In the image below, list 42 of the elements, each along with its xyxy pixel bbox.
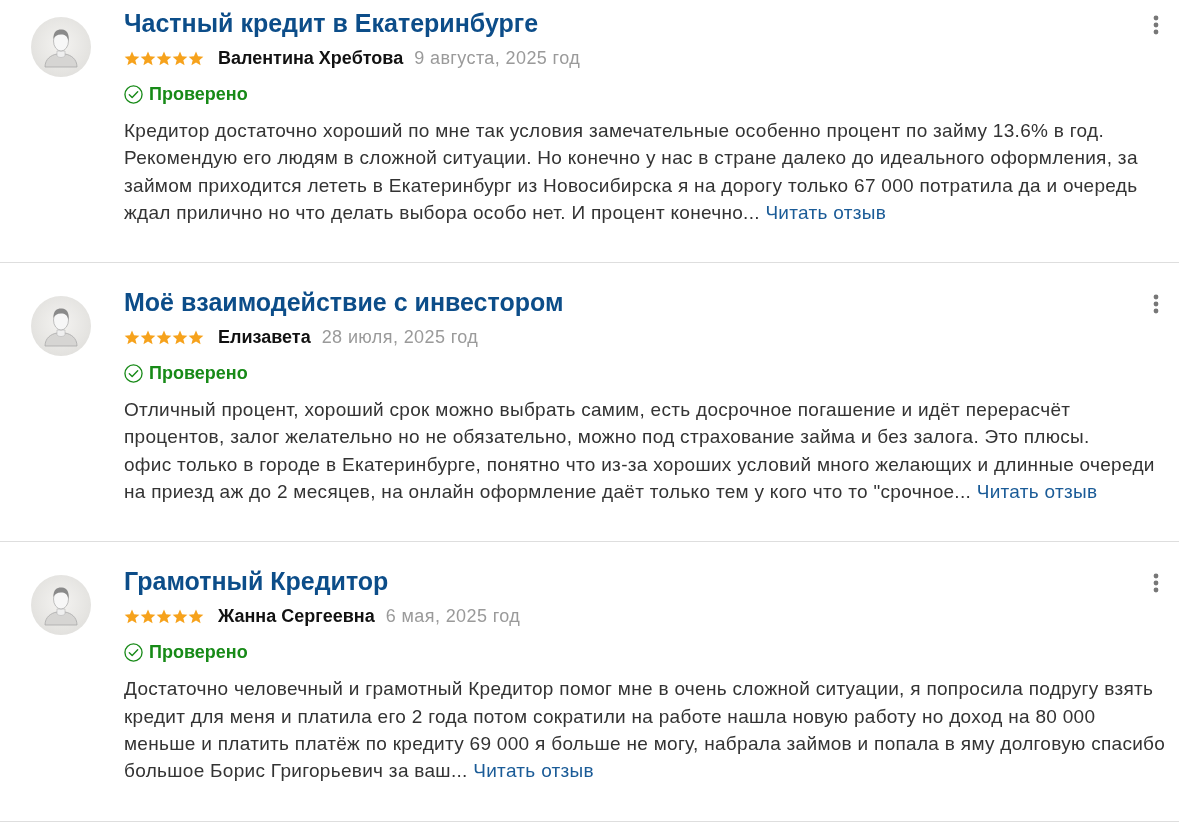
- author-name: Валентина Хребтова: [218, 47, 404, 69]
- verified-label: Проверено: [149, 83, 248, 105]
- vertical-dots-icon: [1152, 14, 1159, 35]
- read-review-link[interactable]: Читать отзыв: [473, 760, 594, 782]
- star-icon: [140, 329, 156, 345]
- star-icon: [188, 608, 204, 624]
- verified-label: Проверено: [149, 641, 248, 663]
- star-icon: [124, 608, 140, 624]
- more-options-button[interactable]: [1152, 293, 1159, 315]
- verified-label: Проверено: [149, 362, 248, 384]
- review-text: Кредитор достаточно хороший по мне так условия замечательные особенно процент по займу 13.6% в год. Рекомендую его людям в сложной ситуации. Но конечно у нас в стране далеко до идеального оформления, за займом приходится лететь в Екатеринбург из Новосибирска я на дорогу только 67 000 потратила да и очередь ждал прилично но что делать выбора особо нет. И процент конечно... Читать отзыв: [124, 119, 1139, 225]
- star-icon: [124, 50, 140, 66]
- star-icon: [156, 329, 172, 345]
- avatar-icon: [31, 17, 91, 77]
- vertical-dots-icon: [1152, 293, 1159, 314]
- star-icon: [124, 329, 140, 345]
- star-icon: [140, 50, 156, 66]
- avatar-icon: [31, 575, 91, 636]
- review-title-link[interactable]: Грамотный Кредитор: [124, 566, 389, 597]
- vertical-dots-icon: [1152, 572, 1159, 593]
- review-title-link[interactable]: Моё взаимодействие с инвестором: [124, 287, 564, 318]
- read-review-link[interactable]: Читать отзыв: [976, 481, 1098, 503]
- review-text: Достаточно человечный и грамотный Кредитор помог мне в очень сложной ситуации, я попросила подругу взять кредит для меня и платила его 2 года потом сократили на работе нашла новую работу но доход на 80 000 меньше и платить платёж по кредиту 69 000 я больше не могу, набрала займов и попала в яму долговую спасибо большое Борис Григорьевич за ваш... Читать отзыв: [124, 677, 1167, 784]
- author-name: Елизавета: [218, 326, 311, 348]
- star-icon: [172, 608, 188, 624]
- read-review-link[interactable]: Читать отзыв: [765, 201, 887, 223]
- star-icon: [172, 329, 188, 345]
- review-text: Отличный процент, хороший срок можно выбрать самим, есть досрочное погашение и идёт перерасчёт процентов, залог желательно но не обязательно, можно под страхование займа и без залога. Это плюсы. офис только в городе в Екатеринбурге, понятно что из-за хороших условий много желающих и длинные очереди на приезд аж до 2 месяцев, на онлайн оформление даёт только тем у кого что то "срочное... Читать отзыв: [124, 398, 1156, 505]
- star-icon: [188, 50, 204, 66]
- more-options-button[interactable]: [1152, 572, 1159, 594]
- more-options-button[interactable]: [1152, 14, 1159, 35]
- star-icon: [156, 608, 172, 624]
- avatar-icon: [31, 296, 91, 357]
- author-name: Жанна Сергеевна: [218, 605, 375, 627]
- star-icon: [140, 608, 156, 624]
- review-date: 6 мая, 2025 год: [385, 605, 521, 627]
- star-icon: [188, 329, 204, 345]
- review-date: 28 июля, 2025 год: [321, 326, 479, 348]
- review-title-link[interactable]: Частный кредит в Екатеринбурге: [124, 8, 539, 38]
- review-date: 9 августа, 2025 год: [414, 47, 581, 69]
- star-icon: [172, 50, 188, 66]
- star-icon: [156, 50, 172, 66]
